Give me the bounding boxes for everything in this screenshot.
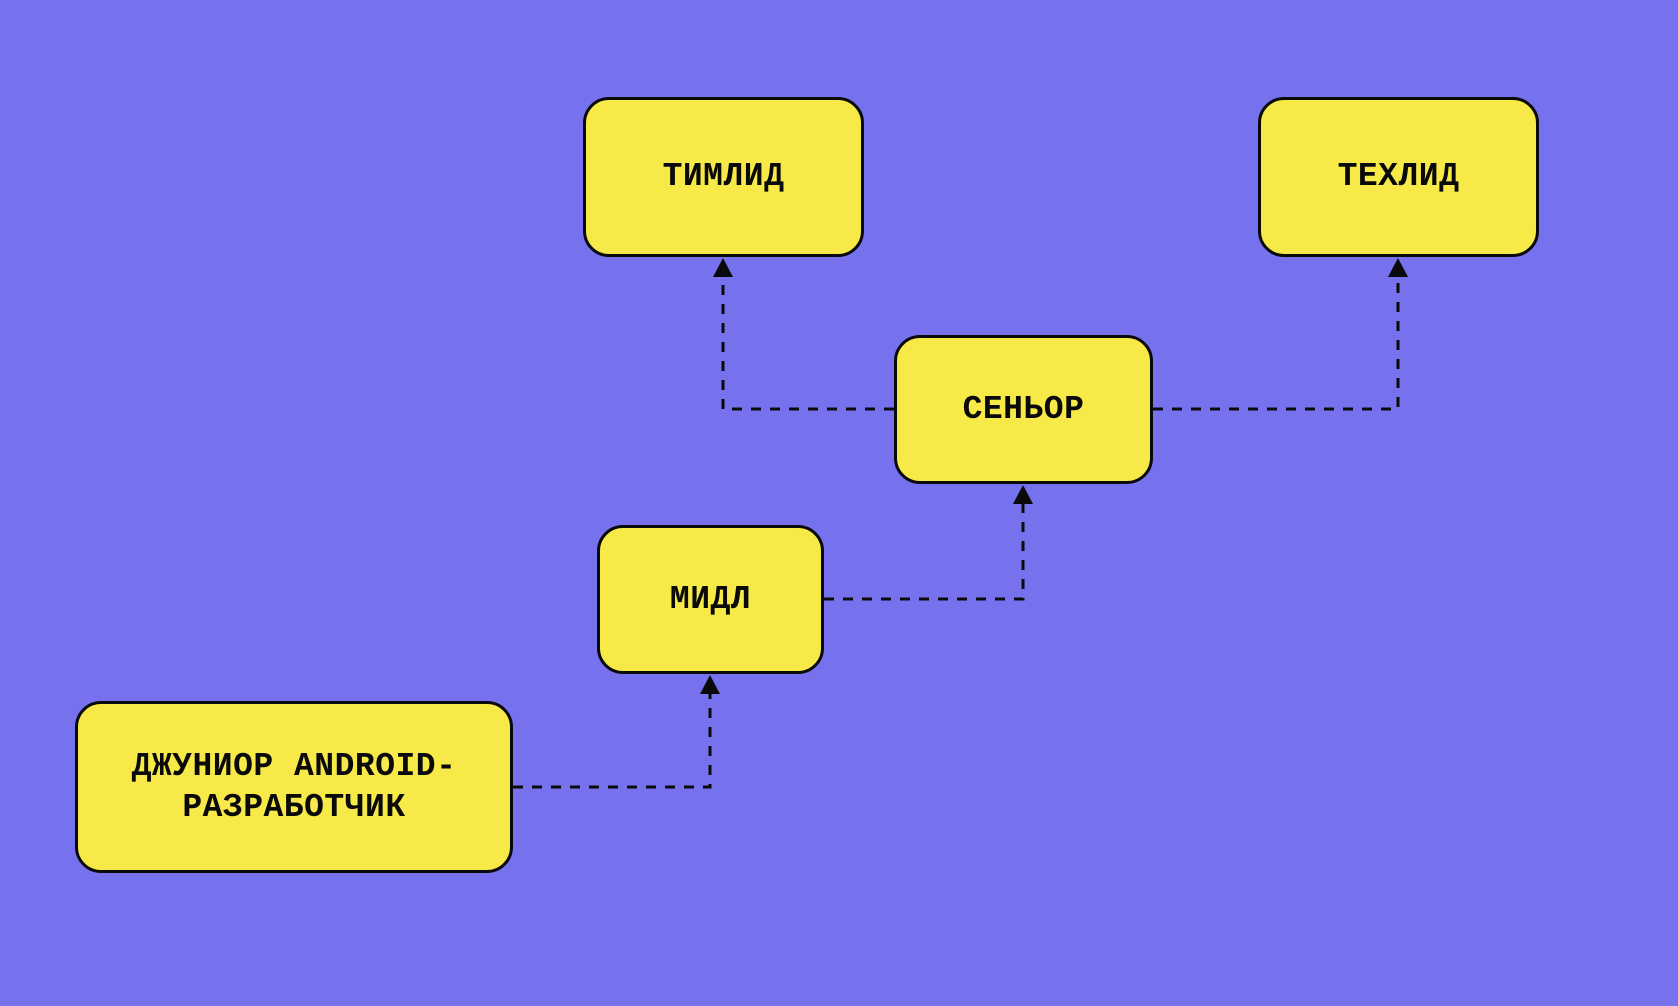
node-middle: МИДЛ	[597, 525, 824, 674]
node-senior-label: СЕНЬОР	[963, 389, 1085, 430]
node-techlead: ТЕХЛИД	[1258, 97, 1539, 257]
connector-senior-teamlead	[723, 273, 894, 409]
connector-middle-senior	[824, 500, 1023, 599]
node-teamlead-label: ТИМЛИД	[663, 156, 785, 197]
arrowhead-teamlead	[713, 258, 733, 277]
node-junior: ДЖУНИОР ANDROID- РАЗРАБОТЧИК	[75, 701, 513, 873]
node-middle-label: МИДЛ	[670, 579, 751, 620]
node-teamlead: ТИМЛИД	[583, 97, 864, 257]
arrowhead-middle	[700, 675, 720, 694]
node-senior: СЕНЬОР	[894, 335, 1153, 484]
connector-senior-techlead	[1153, 273, 1398, 409]
arrowhead-senior	[1013, 485, 1033, 504]
node-junior-label: ДЖУНИОР ANDROID- РАЗРАБОТЧИК	[132, 746, 457, 829]
connector-junior-middle	[513, 690, 710, 787]
node-techlead-label: ТЕХЛИД	[1338, 156, 1460, 197]
arrowhead-techlead	[1388, 258, 1408, 277]
